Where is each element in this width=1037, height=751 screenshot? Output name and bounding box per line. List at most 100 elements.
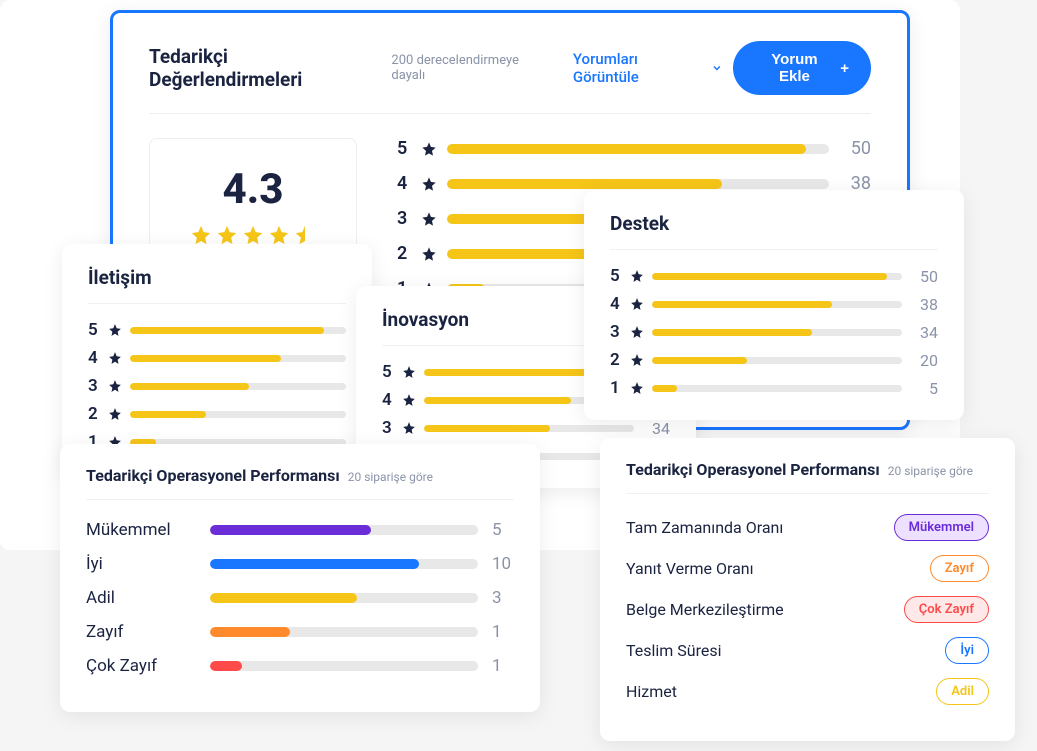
bar-track <box>210 661 478 671</box>
bar-track <box>130 383 346 390</box>
dist-row: 3 34 <box>610 322 938 342</box>
add-comment-button[interactable]: Yorum Ekle + <box>733 41 871 95</box>
chevron-down-icon <box>711 62 723 74</box>
dist-level: 4 <box>397 173 411 194</box>
bar-fill <box>210 627 290 637</box>
dist-row: 1 5 <box>610 378 938 398</box>
iletisim-card: İletişim 5 4 3 2 1 <box>62 244 372 474</box>
bar-fill <box>210 593 357 603</box>
perf-row: Çok Zayıf 1 <box>86 656 514 676</box>
dist-level: 2 <box>397 243 411 264</box>
dist-count: 34 <box>910 323 938 342</box>
dist-level: 4 <box>610 294 622 314</box>
bar-track <box>130 411 346 418</box>
overall-score: 4.3 <box>190 165 316 214</box>
perf-count: 10 <box>492 554 514 574</box>
card-header: Tedarikçi Değerlendirmeleri 200 derecele… <box>149 41 871 114</box>
bar-fill <box>130 383 249 390</box>
star-icon <box>630 297 644 311</box>
status-badge: İyi <box>945 637 989 664</box>
bar-track <box>210 593 478 603</box>
bar-track <box>130 327 346 334</box>
star-icon <box>630 353 644 367</box>
bar-fill <box>210 661 242 671</box>
card-title: Tedarikçi Değerlendirmeleri <box>149 45 381 91</box>
badge-row: Teslim Süresi İyi <box>626 637 989 664</box>
star-icon <box>421 176 437 192</box>
star-icon <box>402 393 416 407</box>
metric-label: Tam Zamanında Oranı <box>626 518 783 537</box>
star-icon <box>190 224 212 246</box>
card-subtitle: 20 siparişe göre <box>888 464 973 478</box>
perf-label: Zayıf <box>86 622 196 642</box>
bar-fill <box>652 357 747 364</box>
operational-performance-badges-card: Tedarikçi Operasyonel Performansı 20 sip… <box>600 438 1015 741</box>
bar-fill <box>424 397 571 404</box>
bar-track <box>652 329 902 336</box>
add-comment-label: Yorum Ekle <box>755 51 835 85</box>
dist-level: 3 <box>610 322 622 342</box>
bar-fill <box>424 425 550 432</box>
perf-row: Zayıf 1 <box>86 622 514 642</box>
dist-row: 5 <box>88 320 346 340</box>
rating-distribution: 5 50 4 38 3 34 2 20 1 5 <box>610 266 938 398</box>
perf-count: 1 <box>492 622 514 642</box>
badge-row: Belge Merkezileştirme Çok Zayıf <box>626 596 989 623</box>
view-comments-link[interactable]: Yorumları Görüntüle <box>573 50 723 86</box>
perf-row: Adil 3 <box>86 588 514 608</box>
bar-track <box>210 525 478 535</box>
dist-level: 5 <box>88 320 100 340</box>
metric-label: Yanıt Verme Oranı <box>626 559 754 578</box>
dist-level: 5 <box>397 138 411 159</box>
card-subtitle: 20 siparişe göre <box>348 470 433 484</box>
status-badge: Adil <box>936 678 989 705</box>
metric-label: Teslim Süresi <box>626 641 722 660</box>
metric-label: Hizmet <box>626 682 677 701</box>
star-icon <box>242 224 264 246</box>
dist-level: 3 <box>382 418 394 438</box>
dist-level: 4 <box>88 348 100 368</box>
perf-count: 5 <box>492 520 514 540</box>
bar-fill <box>210 559 419 569</box>
star-icon <box>108 351 122 365</box>
dist-level: 1 <box>610 378 622 398</box>
dist-count: 50 <box>839 138 871 159</box>
bar-fill <box>447 249 592 259</box>
dist-level: 5 <box>382 362 394 382</box>
bar-fill <box>130 355 281 362</box>
dist-level: 3 <box>397 208 411 229</box>
dist-row: 2 20 <box>610 350 938 370</box>
perf-count: 1 <box>492 656 514 676</box>
card-title: Tedarikçi Operasyonel Performansı <box>626 460 880 479</box>
dist-row: 4 <box>88 348 346 368</box>
bar-track <box>130 355 346 362</box>
badge-row: Hizmet Adil <box>626 678 989 705</box>
perf-count: 3 <box>492 588 514 608</box>
dist-count: 38 <box>910 295 938 314</box>
dist-row: 4 38 <box>610 294 938 314</box>
overall-stars <box>190 224 316 246</box>
star-half-icon <box>294 224 316 246</box>
star-icon <box>108 407 122 421</box>
bar-track <box>210 559 478 569</box>
bar-track <box>447 144 829 154</box>
bar-fill <box>652 301 832 308</box>
bar-fill <box>447 179 722 189</box>
star-icon <box>402 365 416 379</box>
performance-bars: Mükemmel 5 İyi 10 Adil 3 Zayıf 1 Çok Zay… <box>86 520 514 676</box>
star-icon <box>402 421 416 435</box>
bar-track <box>652 273 902 280</box>
dist-level: 4 <box>382 390 394 410</box>
plus-icon: + <box>840 60 849 77</box>
dist-row: 3 34 <box>382 418 670 438</box>
star-icon <box>630 269 644 283</box>
bar-fill <box>447 144 806 154</box>
bar-fill <box>130 411 206 418</box>
card-title: Tedarikçi Operasyonel Performansı <box>86 466 340 485</box>
dist-level: 2 <box>88 404 100 424</box>
view-comments-label: Yorumları Görüntüle <box>573 50 705 86</box>
dist-level: 3 <box>88 376 100 396</box>
perf-label: Adil <box>86 588 196 608</box>
star-icon <box>268 224 290 246</box>
star-icon <box>216 224 238 246</box>
